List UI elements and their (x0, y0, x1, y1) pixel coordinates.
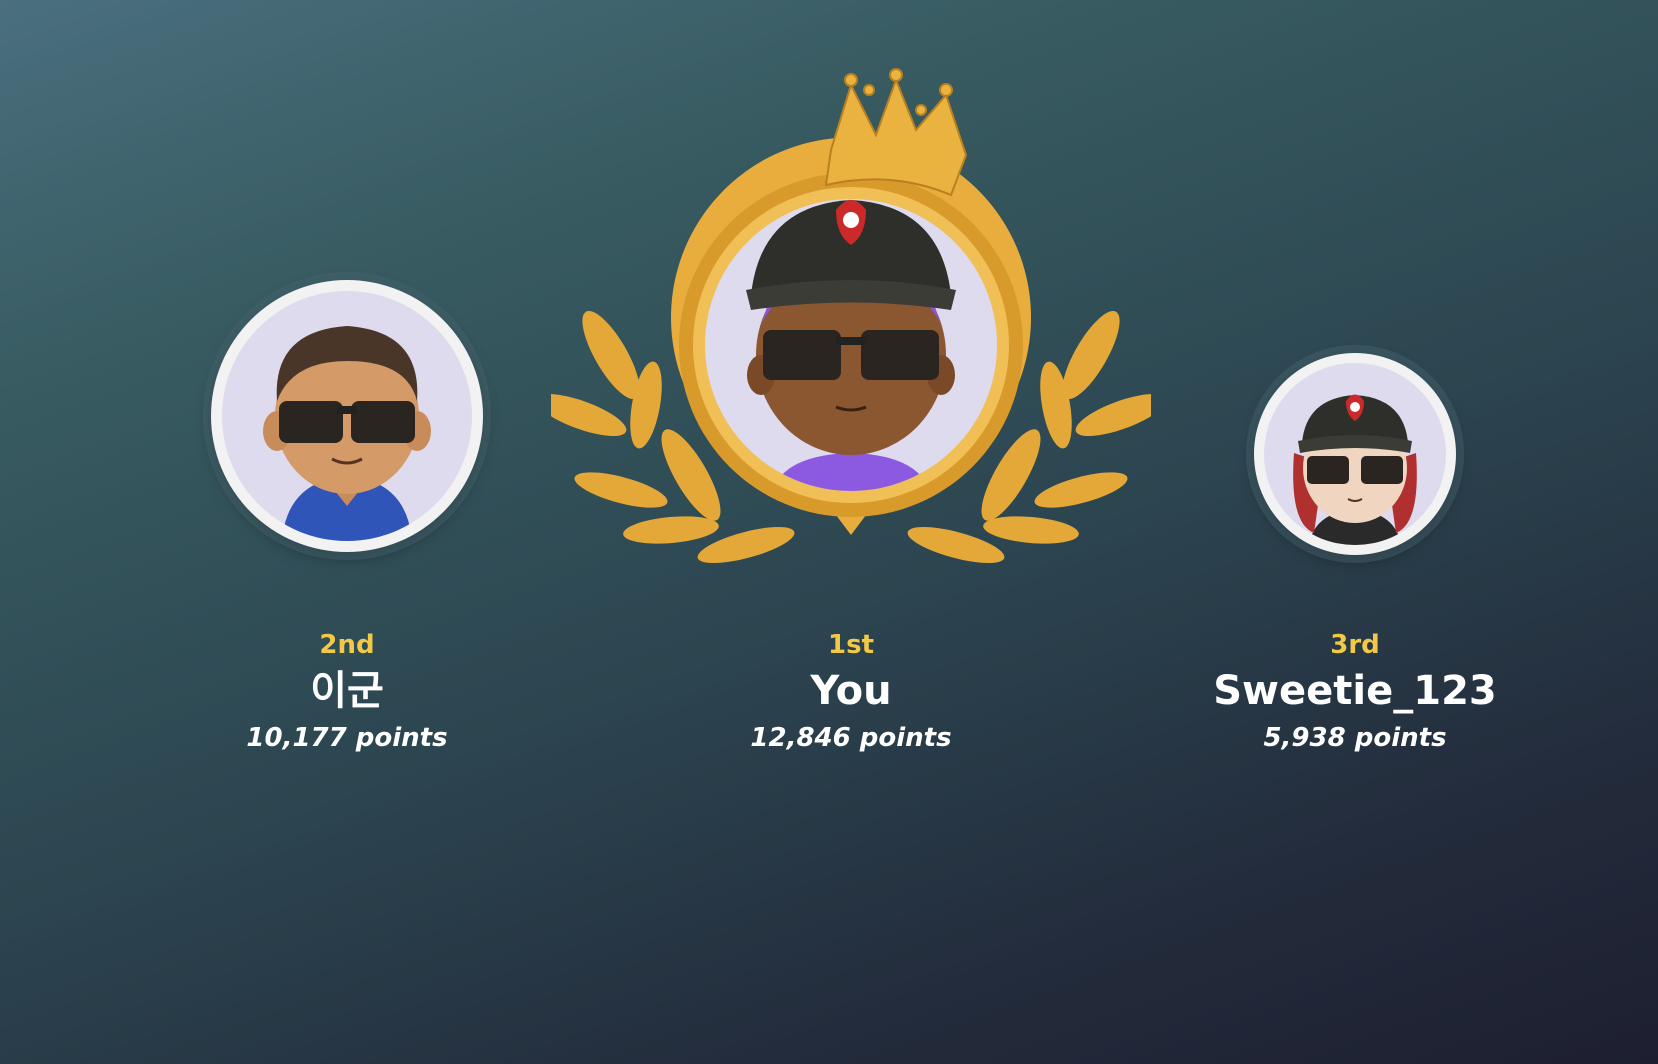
avatar-boy-icon (263, 326, 431, 541)
player-points: 10,177 points (246, 723, 448, 753)
rank-label: 3rd (1330, 630, 1380, 660)
player-name: 이군 (310, 668, 384, 714)
player-name: Sweetie_123 (1213, 668, 1497, 714)
gold-laurel-crown-frame-icon[interactable] (551, 55, 1151, 575)
avatar-second[interactable] (211, 280, 483, 552)
avatar-third[interactable] (1254, 353, 1456, 555)
player-name: You (810, 668, 892, 714)
avatar-girl-icon (1293, 394, 1417, 545)
player-points: 5,938 points (1263, 723, 1447, 753)
rank-label: 2nd (319, 630, 375, 660)
rank-label: 1st (828, 630, 874, 660)
player-points: 12,846 points (750, 723, 952, 753)
